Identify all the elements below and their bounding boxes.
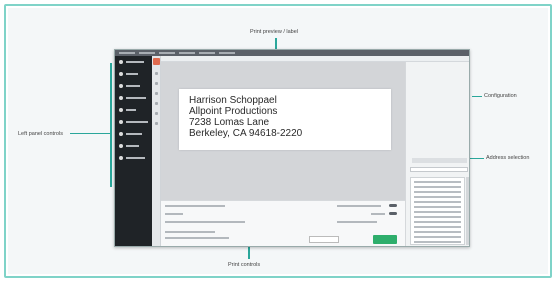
label-line-1: Harrison Schoppael — [189, 95, 277, 106]
address-label: Harrison Schoppael Allpoint Productions … — [179, 89, 391, 150]
address-search-input[interactable] — [410, 167, 468, 172]
callout-right-mid: Address selection — [486, 155, 530, 161]
app-window: Harrison Schoppael Allpoint Productions … — [114, 49, 470, 247]
sidebar-icon — [119, 156, 123, 160]
right-panel — [405, 62, 469, 246]
sidebar-item-5[interactable] — [115, 104, 152, 116]
tool-icon[interactable] — [155, 112, 158, 115]
tool-strip — [152, 56, 161, 246]
callout-left-bracket — [110, 63, 112, 187]
toggle-switch[interactable] — [389, 204, 397, 207]
label-line-4: Berkeley, CA 94618-2220 — [189, 128, 303, 139]
callout-bottom-line — [248, 247, 250, 259]
sidebar-icon — [119, 60, 123, 64]
callout-top: Print preview / label — [250, 29, 298, 35]
sidebar-icon — [119, 72, 123, 76]
sidebar-icon — [119, 120, 123, 124]
scrollbar[interactable] — [466, 177, 469, 245]
sidebar-item-6[interactable] — [115, 116, 152, 128]
sidebar-item-9[interactable] — [115, 152, 152, 164]
red-tool-icon[interactable] — [153, 58, 160, 65]
panel-tab[interactable] — [412, 158, 467, 163]
sidebar-item-2[interactable] — [115, 68, 152, 80]
tool-icon[interactable] — [155, 72, 158, 75]
callout-left: Left panel controls — [18, 131, 63, 137]
tool-icon[interactable] — [155, 92, 158, 95]
sidebar-item-3[interactable] — [115, 80, 152, 92]
sidebar-item-4[interactable] — [115, 92, 152, 104]
sidebar-item-1[interactable] — [115, 56, 152, 68]
toggle-switch[interactable] — [389, 212, 397, 215]
sidebar-icon — [119, 144, 123, 148]
callout-bottom: Print controls — [228, 262, 261, 268]
sidebar-icon — [119, 84, 123, 88]
tool-icon[interactable] — [155, 102, 158, 105]
preview-area: Harrison Schoppael Allpoint Productions … — [161, 62, 405, 200]
callout-right-top: Configuration — [484, 93, 517, 99]
label-line-2: Allpoint Productions — [189, 106, 278, 117]
callout-left-line — [70, 133, 110, 134]
sidebar — [115, 56, 152, 246]
sidebar-item-7[interactable] — [115, 128, 152, 140]
address-list — [410, 177, 465, 245]
tool-icon[interactable] — [155, 122, 158, 125]
sidebar-icon — [119, 96, 123, 100]
print-controls — [161, 200, 405, 246]
print-button[interactable] — [373, 235, 397, 244]
sidebar-icon — [119, 132, 123, 136]
sidebar-icon — [119, 108, 123, 112]
sidebar-item-8[interactable] — [115, 140, 152, 152]
label-line-3: 7238 Lomas Lane — [189, 117, 270, 128]
tool-icon[interactable] — [155, 82, 158, 85]
secondary-button[interactable] — [309, 236, 339, 243]
callout-right-top-line — [472, 96, 482, 97]
